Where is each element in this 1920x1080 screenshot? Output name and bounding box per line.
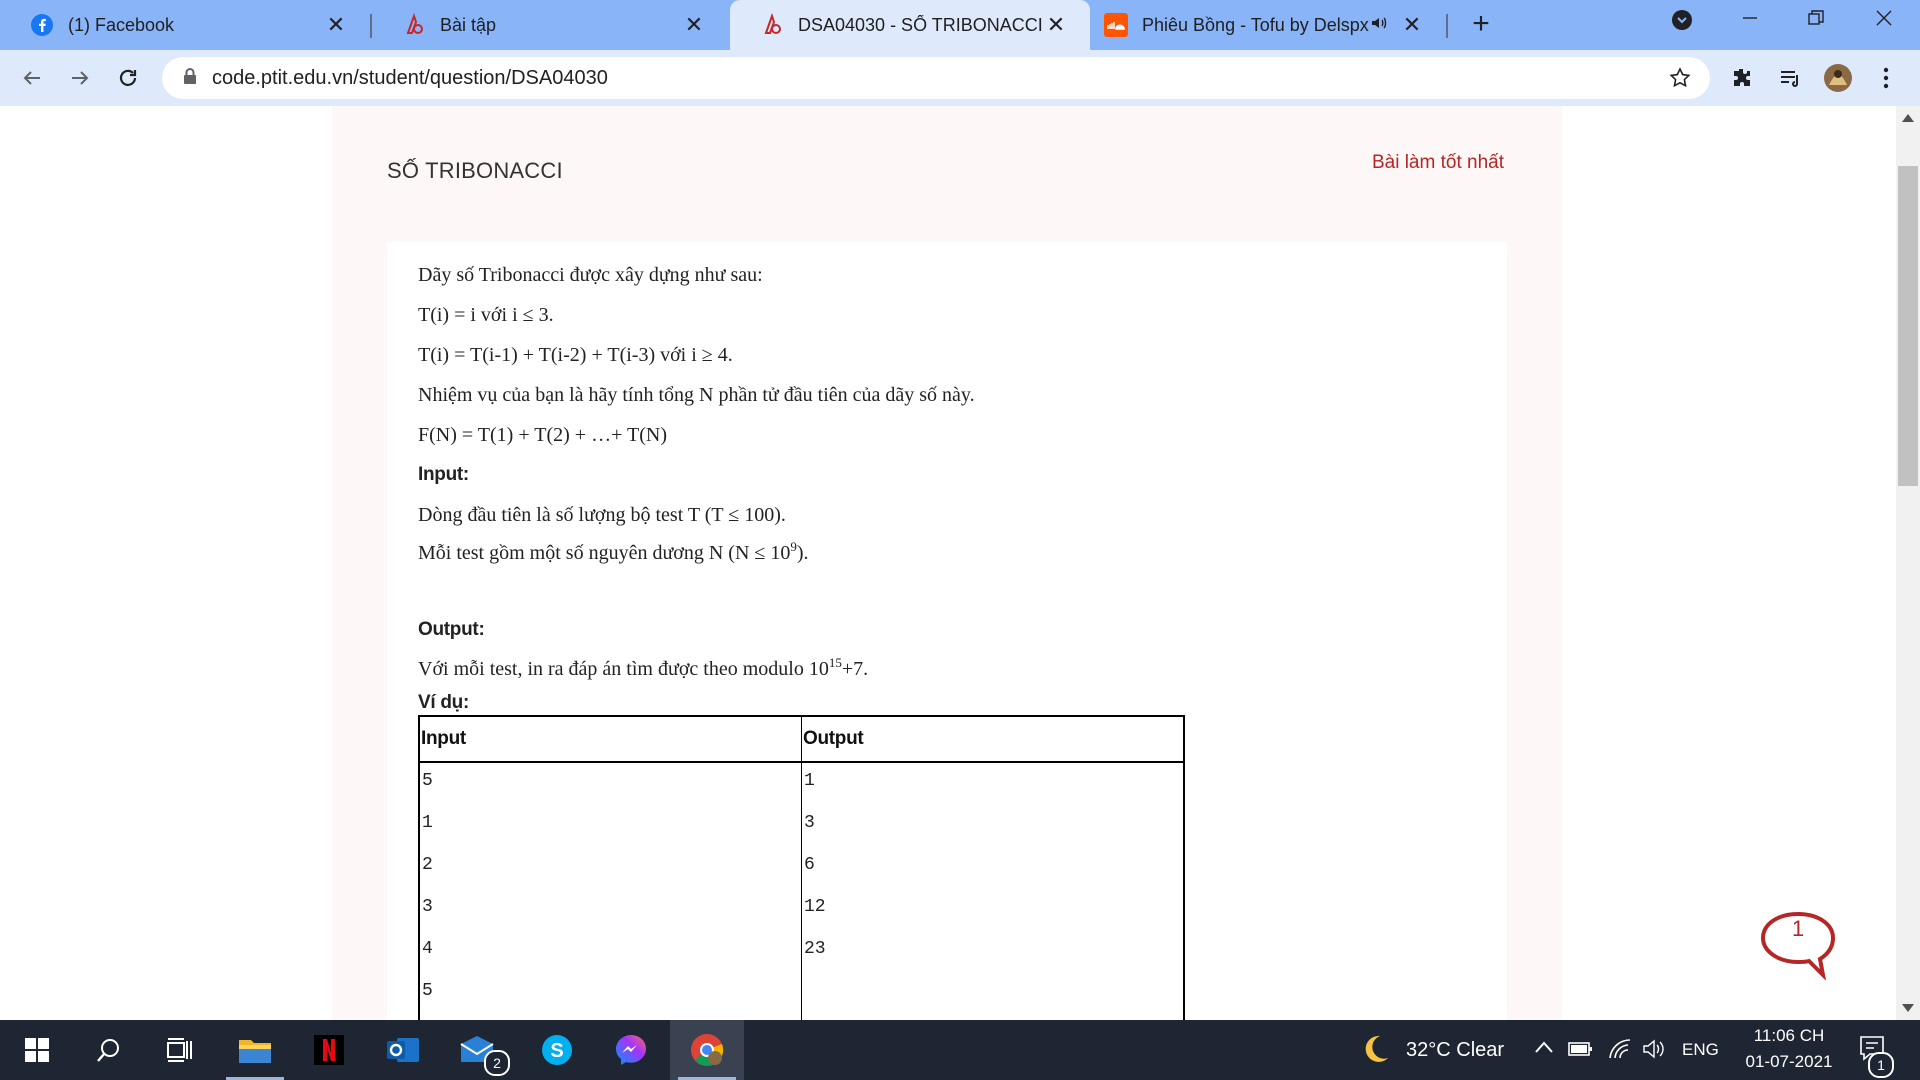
tab-title: Bài tập bbox=[440, 14, 497, 35]
output-line: 12 bbox=[804, 897, 826, 917]
table-header-output: Output bbox=[801, 716, 1185, 763]
tab-title: DSA04030 - SỐ TRIBONACCI bbox=[798, 14, 1043, 35]
output-line: 1 bbox=[804, 771, 815, 791]
best-solution-link[interactable]: Bài làm tốt nhất bbox=[1372, 152, 1504, 174]
tab-title: (1) Facebook bbox=[68, 14, 175, 35]
outlook-icon[interactable] bbox=[366, 1020, 440, 1080]
page-scrollbar[interactable] bbox=[1896, 106, 1920, 1020]
ptit-icon bbox=[760, 13, 784, 37]
tab-soundcloud[interactable]: Phiêu Bồng - Tofu by Delspx ✕ bbox=[1090, 0, 1446, 50]
show-hidden-icons-chevron[interactable] bbox=[1534, 1040, 1554, 1059]
mail-badge: 2 bbox=[484, 1050, 510, 1076]
example-output-cell: 1 3 6 12 23 bbox=[801, 762, 1185, 1020]
example-heading: Ví dụ: bbox=[418, 692, 469, 713]
notification-badge: 1 bbox=[1868, 1052, 1894, 1078]
problem-card: SỐ TRIBONACCI Bài làm tốt nhất Dãy số Tr… bbox=[332, 106, 1562, 1020]
ptit-icon bbox=[402, 13, 426, 37]
output-line: 3 bbox=[804, 813, 815, 833]
bookmark-star-icon[interactable] bbox=[1668, 66, 1692, 95]
chrome-icon[interactable] bbox=[670, 1020, 744, 1080]
minimize-icon[interactable] bbox=[1730, 8, 1770, 38]
input-description: Dòng đầu tiên là số lượng bộ test T (T ≤… bbox=[418, 504, 786, 526]
clock-time[interactable]: 11:06 CH bbox=[1744, 1026, 1834, 1046]
weather-text[interactable]: 32°C Clear bbox=[1406, 1039, 1504, 1062]
url-text: code.ptit.edu.vn/student/question/DSA040… bbox=[212, 66, 608, 89]
wifi-icon[interactable] bbox=[1608, 1038, 1632, 1065]
file-explorer-icon[interactable] bbox=[218, 1020, 292, 1080]
svg-text:S: S bbox=[550, 1040, 563, 1062]
example-input-cell: 5 1 2 3 4 5 bbox=[419, 762, 802, 1020]
input-line: 5 bbox=[422, 771, 433, 791]
mail-icon[interactable]: 2 bbox=[440, 1020, 514, 1080]
input-line: 2 bbox=[422, 855, 433, 875]
skype-icon[interactable]: S bbox=[520, 1020, 594, 1080]
page-viewport: SỐ TRIBONACCI Bài làm tốt nhất Dãy số Tr… bbox=[0, 106, 1896, 1020]
restore-icon[interactable] bbox=[1796, 8, 1836, 38]
soundcloud-icon bbox=[1104, 13, 1128, 37]
back-icon[interactable] bbox=[16, 62, 48, 94]
example-table: Input Output 5 1 2 3 4 5 1 3 6 12 23 bbox=[418, 715, 1185, 1020]
extensions-icon[interactable] bbox=[1726, 62, 1758, 94]
scroll-down-icon[interactable] bbox=[1902, 1004, 1914, 1012]
facebook-icon bbox=[30, 13, 54, 37]
weather-moon-icon[interactable] bbox=[1362, 1034, 1390, 1069]
close-window-icon[interactable] bbox=[1864, 8, 1904, 38]
page-title: SỐ TRIBONACCI bbox=[387, 158, 563, 183]
messenger-icon[interactable] bbox=[594, 1020, 668, 1080]
windows-start-icon[interactable] bbox=[0, 1020, 74, 1080]
battery-icon[interactable] bbox=[1568, 1040, 1594, 1063]
close-tab-icon[interactable]: ✕ bbox=[1400, 12, 1424, 37]
search-icon[interactable] bbox=[72, 1020, 146, 1080]
output-description: Với mỗi test, in ra đáp án tìm được theo… bbox=[418, 655, 869, 680]
notification-center-icon[interactable]: 1 bbox=[1858, 1034, 1894, 1078]
tab-separator bbox=[1446, 14, 1448, 38]
new-tab-button[interactable]: + bbox=[1466, 9, 1496, 40]
input-line: 3 bbox=[422, 897, 433, 917]
chat-count: 1 bbox=[1791, 916, 1805, 941]
input-line: 1 bbox=[422, 813, 433, 833]
profile-avatar[interactable] bbox=[1822, 62, 1854, 94]
browser-toolbar: code.ptit.edu.vn/student/question/DSA040… bbox=[0, 50, 1920, 106]
language-indicator[interactable]: ENG bbox=[1682, 1040, 1719, 1060]
output-line: 23 bbox=[804, 939, 826, 959]
reload-icon[interactable] bbox=[112, 62, 144, 94]
input-line: 5 bbox=[422, 981, 433, 1001]
close-tab-icon[interactable]: ✕ bbox=[682, 12, 706, 37]
input-line: 4 bbox=[422, 939, 433, 959]
netflix-icon[interactable] bbox=[292, 1020, 366, 1080]
close-tab-icon[interactable]: ✕ bbox=[324, 12, 348, 37]
browser-menu-icon[interactable] bbox=[1870, 62, 1902, 94]
tab-search-icon[interactable] bbox=[1662, 8, 1702, 38]
tab-dsa04030[interactable]: DSA04030 - SỐ TRIBONACCI ✕ bbox=[730, 0, 1090, 50]
volume-icon[interactable] bbox=[1642, 1038, 1666, 1065]
table-header-input: Input bbox=[419, 716, 802, 763]
clock-date[interactable]: 01-07-2021 bbox=[1734, 1052, 1844, 1072]
tab-bai-tap[interactable]: Bài tập ✕ bbox=[372, 0, 728, 50]
forward-icon[interactable] bbox=[64, 62, 96, 94]
tab-facebook[interactable]: (1) Facebook ✕ bbox=[0, 0, 370, 50]
statement-line: Dãy số Tribonacci được xây dựng như sau: bbox=[418, 264, 763, 286]
speaker-icon[interactable] bbox=[1370, 14, 1394, 37]
scroll-thumb[interactable] bbox=[1898, 166, 1918, 486]
tab-strip: (1) Facebook ✕ Bài tập ✕ DSA04030 - SỐ T… bbox=[0, 0, 1920, 50]
problem-statement: Dãy số Tribonacci được xây dựng như sau:… bbox=[387, 242, 1507, 1020]
task-view-icon[interactable] bbox=[144, 1020, 218, 1080]
close-tab-icon[interactable]: ✕ bbox=[1044, 12, 1068, 37]
input-description: Mỗi test gồm một số nguyên dương N (N ≤ … bbox=[418, 539, 809, 564]
output-heading: Output: bbox=[418, 619, 485, 640]
lock-icon[interactable] bbox=[182, 67, 198, 90]
statement-line: T(i) = T(i-1) + T(i-2) + T(i-3) với i ≥ … bbox=[418, 344, 733, 366]
statement-line: T(i) = i với i ≤ 3. bbox=[418, 304, 554, 326]
media-control-icon[interactable] bbox=[1774, 62, 1806, 94]
windows-taskbar: 2 S 32°C Clear ENG 11:06 CH 01-07-2021 1 bbox=[0, 1020, 1920, 1080]
statement-line: Nhiệm vụ của bạn là hãy tính tổng N phần… bbox=[418, 384, 975, 406]
scroll-up-icon[interactable] bbox=[1902, 114, 1914, 122]
statement-line: F(N) = T(1) + T(2) + …+ T(N) bbox=[418, 424, 667, 446]
output-line: 6 bbox=[804, 855, 815, 875]
tab-title: Phiêu Bồng - Tofu by Delspx bbox=[1142, 14, 1369, 35]
chat-bubble-icon[interactable]: 1 bbox=[1758, 910, 1838, 982]
address-bar[interactable]: code.ptit.edu.vn/student/question/DSA040… bbox=[162, 57, 1710, 99]
input-heading: Input: bbox=[418, 464, 469, 485]
